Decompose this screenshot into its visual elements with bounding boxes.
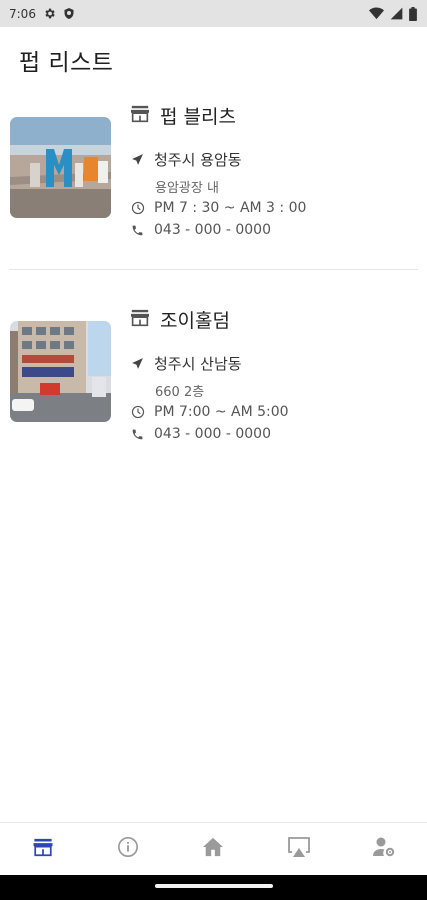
nav-item-user-settings[interactable]	[354, 824, 414, 874]
store-icon	[130, 105, 150, 127]
pub-name-row: 펍 블리츠	[130, 102, 236, 129]
battery-icon	[409, 6, 417, 21]
pub-phone: 043 - 000 - 0000	[154, 426, 271, 442]
navigation-arrow-icon	[130, 153, 145, 166]
nav-item-info[interactable]	[98, 824, 158, 874]
pub-name: 조이홀덤	[160, 310, 230, 332]
pub-name: 펍 블리츠	[160, 106, 236, 128]
pub-thumbnail[interactable]	[10, 117, 111, 218]
status-bar: 7:06	[0, 0, 427, 27]
store-icon	[32, 838, 54, 861]
page-title: 펍 리스트	[19, 50, 114, 76]
pub-thumbnail[interactable]	[10, 321, 111, 422]
phone-icon	[130, 428, 145, 441]
pub-card-1[interactable]: 펍 블리츠 청주시 용암동 용암광장 내 PM 7 : 30 ~ AM 3 : …	[0, 96, 427, 300]
wifi-icon	[369, 7, 384, 20]
pub-hours-row: PM 7:00 ~ AM 5:00	[130, 404, 289, 420]
gear-icon	[43, 7, 56, 20]
status-right	[369, 6, 417, 21]
navigation-arrow-icon	[130, 357, 145, 370]
pub-list: 펍 블리츠 청주시 용암동 용암광장 내 PM 7 : 30 ~ AM 3 : …	[0, 96, 427, 504]
pub-phone: 043 - 000 - 0000	[154, 222, 271, 238]
gesture-handle[interactable]	[155, 884, 273, 888]
bottom-navigation	[0, 822, 427, 875]
nav-item-pub-list[interactable]	[13, 824, 73, 874]
user-settings-icon	[372, 836, 396, 862]
info-icon	[117, 836, 139, 862]
status-time: 7:06	[9, 6, 36, 21]
pub-phone-row: 043 - 000 - 0000	[130, 222, 271, 238]
signal-icon	[390, 7, 403, 20]
pub-name-row: 조이홀덤	[130, 306, 230, 333]
pub-hours: PM 7 : 30 ~ AM 3 : 00	[154, 200, 307, 216]
pub-hours: PM 7:00 ~ AM 5:00	[154, 404, 289, 420]
system-navigation-bar	[0, 875, 427, 900]
nav-item-home[interactable]	[183, 824, 243, 874]
divider	[9, 269, 418, 270]
phone-icon	[130, 224, 145, 237]
airplay-icon	[287, 836, 311, 862]
pub-address-row: 청주시 산남동	[130, 353, 242, 374]
pub-address-row: 청주시 용암동	[130, 149, 242, 170]
pub-card-2[interactable]: 조이홀덤 청주시 산남동 660 2층 PM 7:00 ~ AM 5:00 04…	[0, 300, 427, 504]
pub-phone-row: 043 - 000 - 0000	[130, 426, 271, 442]
pub-hours-row: PM 7 : 30 ~ AM 3 : 00	[130, 200, 306, 216]
status-left: 7:06	[9, 7, 75, 21]
pub-address: 청주시 용암동	[154, 151, 242, 169]
clock-icon	[130, 201, 145, 215]
clock-icon	[130, 405, 145, 419]
pub-address-detail: 660 2층	[155, 385, 205, 400]
nav-item-airplay[interactable]	[269, 824, 329, 874]
home-icon	[202, 837, 224, 861]
store-icon	[130, 309, 150, 331]
pub-address-detail: 용암광장 내	[155, 181, 219, 196]
pub-address: 청주시 산남동	[154, 355, 242, 373]
shield-icon	[63, 7, 75, 20]
